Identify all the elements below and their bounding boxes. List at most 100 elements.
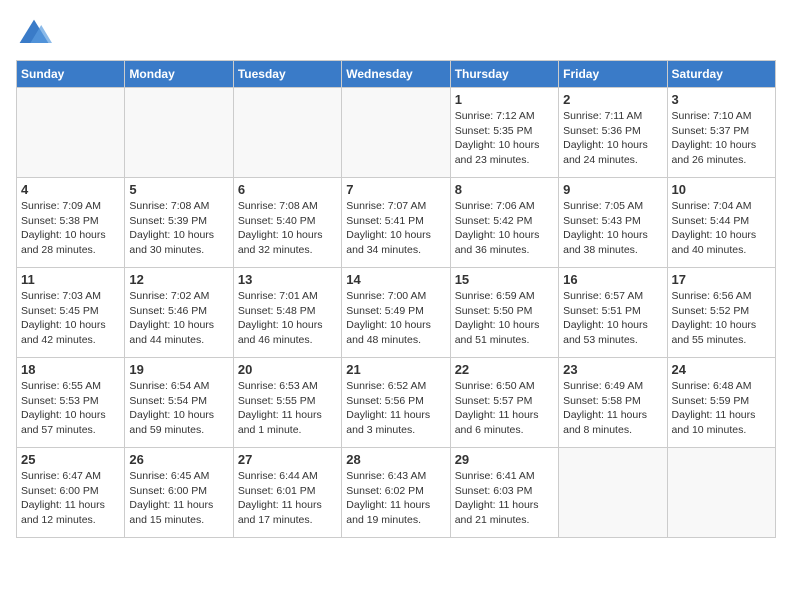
weekday-saturday: Saturday <box>667 61 775 88</box>
calendar-cell: 4 Sunrise: 7:09 AM Sunset: 5:38 PM Daylig… <box>17 178 125 268</box>
day-info: Sunrise: 7:00 AM Sunset: 5:49 PM Dayligh… <box>346 289 445 348</box>
week-row-1: 1 Sunrise: 7:12 AM Sunset: 5:35 PM Daylig… <box>17 88 776 178</box>
logo <box>16 16 56 52</box>
day-info: Sunrise: 6:41 AM Sunset: 6:03 PM Dayligh… <box>455 469 554 528</box>
calendar-cell: 15 Sunrise: 6:59 AM Sunset: 5:50 PM Dayli… <box>450 268 558 358</box>
day-number: 9 <box>563 182 662 197</box>
calendar-cell: 6 Sunrise: 7:08 AM Sunset: 5:40 PM Daylig… <box>233 178 341 268</box>
day-number: 28 <box>346 452 445 467</box>
day-number: 12 <box>129 272 228 287</box>
day-number: 5 <box>129 182 228 197</box>
calendar-cell: 26 Sunrise: 6:45 AM Sunset: 6:00 PM Dayli… <box>125 448 233 538</box>
day-number: 16 <box>563 272 662 287</box>
calendar-cell: 24Sunrise: 6:48 AM Sunset: 5:59 PM Dayli… <box>667 358 775 448</box>
day-info: Sunrise: 7:07 AM Sunset: 5:41 PM Dayligh… <box>346 199 445 258</box>
day-number: 21 <box>346 362 445 377</box>
day-info: Sunrise: 7:05 AM Sunset: 5:43 PM Dayligh… <box>563 199 662 258</box>
day-number: 19 <box>129 362 228 377</box>
day-info: Sunrise: 6:55 AM Sunset: 5:53 PM Dayligh… <box>21 379 120 438</box>
weekday-sunday: Sunday <box>17 61 125 88</box>
day-number: 6 <box>238 182 337 197</box>
calendar-cell: 14 Sunrise: 7:00 AM Sunset: 5:49 PM Dayli… <box>342 268 450 358</box>
calendar-cell: 18 Sunrise: 6:55 AM Sunset: 5:53 PM Dayli… <box>17 358 125 448</box>
day-info: Sunrise: 7:09 AM Sunset: 5:38 PM Dayligh… <box>21 199 120 258</box>
calendar-cell: 9 Sunrise: 7:05 AM Sunset: 5:43 PM Daylig… <box>559 178 667 268</box>
day-number: 11 <box>21 272 120 287</box>
day-info: Sunrise: 6:45 AM Sunset: 6:00 PM Dayligh… <box>129 469 228 528</box>
day-info: Sunrise: 7:12 AM Sunset: 5:35 PM Dayligh… <box>455 109 554 168</box>
day-number: 10 <box>672 182 771 197</box>
day-number: 23 <box>563 362 662 377</box>
day-number: 20 <box>238 362 337 377</box>
day-info: Sunrise: 6:56 AM Sunset: 5:52 PM Dayligh… <box>672 289 771 348</box>
page-header <box>16 16 776 52</box>
calendar-cell <box>125 88 233 178</box>
calendar-cell <box>233 88 341 178</box>
calendar-cell: 1 Sunrise: 7:12 AM Sunset: 5:35 PM Daylig… <box>450 88 558 178</box>
week-row-4: 18 Sunrise: 6:55 AM Sunset: 5:53 PM Dayli… <box>17 358 776 448</box>
day-info: Sunrise: 7:10 AM Sunset: 5:37 PM Dayligh… <box>672 109 771 168</box>
day-info: Sunrise: 6:57 AM Sunset: 5:51 PM Dayligh… <box>563 289 662 348</box>
calendar-cell: 22 Sunrise: 6:50 AM Sunset: 5:57 PM Dayli… <box>450 358 558 448</box>
weekday-thursday: Thursday <box>450 61 558 88</box>
calendar-cell <box>342 88 450 178</box>
day-number: 18 <box>21 362 120 377</box>
logo-icon <box>16 16 52 52</box>
weekday-header-row: SundayMondayTuesdayWednesdayThursdayFrid… <box>17 61 776 88</box>
day-number: 29 <box>455 452 554 467</box>
day-number: 1 <box>455 92 554 107</box>
weekday-friday: Friday <box>559 61 667 88</box>
day-number: 3 <box>672 92 771 107</box>
week-row-5: 25 Sunrise: 6:47 AM Sunset: 6:00 PM Dayli… <box>17 448 776 538</box>
day-info: Sunrise: 7:02 AM Sunset: 5:46 PM Dayligh… <box>129 289 228 348</box>
weekday-monday: Monday <box>125 61 233 88</box>
day-info: Sunrise: 7:03 AM Sunset: 5:45 PM Dayligh… <box>21 289 120 348</box>
weekday-wednesday: Wednesday <box>342 61 450 88</box>
day-info: Sunrise: 6:53 AM Sunset: 5:55 PM Dayligh… <box>238 379 337 438</box>
day-number: 26 <box>129 452 228 467</box>
day-number: 13 <box>238 272 337 287</box>
calendar-cell: 13 Sunrise: 7:01 AM Sunset: 5:48 PM Dayli… <box>233 268 341 358</box>
day-info: Sunrise: 6:50 AM Sunset: 5:57 PM Dayligh… <box>455 379 554 438</box>
calendar-cell: 12 Sunrise: 7:02 AM Sunset: 5:46 PM Dayli… <box>125 268 233 358</box>
day-number: 14 <box>346 272 445 287</box>
day-info: Sunrise: 7:11 AM Sunset: 5:36 PM Dayligh… <box>563 109 662 168</box>
calendar-cell <box>667 448 775 538</box>
calendar-cell: 29 Sunrise: 6:41 AM Sunset: 6:03 PM Dayli… <box>450 448 558 538</box>
weekday-tuesday: Tuesday <box>233 61 341 88</box>
calendar-cell: 19Sunrise: 6:54 AM Sunset: 5:54 PM Dayli… <box>125 358 233 448</box>
day-number: 22 <box>455 362 554 377</box>
calendar-cell: 8Sunrise: 7:06 AM Sunset: 5:42 PM Daylig… <box>450 178 558 268</box>
day-number: 24 <box>672 362 771 377</box>
calendar-cell <box>17 88 125 178</box>
day-info: Sunrise: 6:52 AM Sunset: 5:56 PM Dayligh… <box>346 379 445 438</box>
day-info: Sunrise: 7:08 AM Sunset: 5:39 PM Dayligh… <box>129 199 228 258</box>
calendar-cell: 25 Sunrise: 6:47 AM Sunset: 6:00 PM Dayli… <box>17 448 125 538</box>
calendar-cell: 11 Sunrise: 7:03 AM Sunset: 5:45 PM Dayli… <box>17 268 125 358</box>
day-info: Sunrise: 6:44 AM Sunset: 6:01 PM Dayligh… <box>238 469 337 528</box>
calendar-cell: 27 Sunrise: 6:44 AM Sunset: 6:01 PM Dayli… <box>233 448 341 538</box>
day-info: Sunrise: 6:47 AM Sunset: 6:00 PM Dayligh… <box>21 469 120 528</box>
calendar-cell: 5 Sunrise: 7:08 AM Sunset: 5:39 PM Daylig… <box>125 178 233 268</box>
day-number: 25 <box>21 452 120 467</box>
day-info: Sunrise: 7:01 AM Sunset: 5:48 PM Dayligh… <box>238 289 337 348</box>
calendar-cell: 16 Sunrise: 6:57 AM Sunset: 5:51 PM Dayli… <box>559 268 667 358</box>
day-number: 17 <box>672 272 771 287</box>
week-row-2: 4 Sunrise: 7:09 AM Sunset: 5:38 PM Daylig… <box>17 178 776 268</box>
calendar-cell: 7 Sunrise: 7:07 AM Sunset: 5:41 PM Daylig… <box>342 178 450 268</box>
day-number: 4 <box>21 182 120 197</box>
day-number: 2 <box>563 92 662 107</box>
calendar-cell: 3 Sunrise: 7:10 AM Sunset: 5:37 PM Daylig… <box>667 88 775 178</box>
day-info: Sunrise: 7:06 AM Sunset: 5:42 PM Dayligh… <box>455 199 554 258</box>
day-number: 7 <box>346 182 445 197</box>
day-info: Sunrise: 7:08 AM Sunset: 5:40 PM Dayligh… <box>238 199 337 258</box>
calendar-cell: 10Sunrise: 7:04 AM Sunset: 5:44 PM Dayli… <box>667 178 775 268</box>
day-number: 15 <box>455 272 554 287</box>
calendar-cell: 21 Sunrise: 6:52 AM Sunset: 5:56 PM Dayli… <box>342 358 450 448</box>
day-info: Sunrise: 6:43 AM Sunset: 6:02 PM Dayligh… <box>346 469 445 528</box>
calendar-cell <box>559 448 667 538</box>
day-info: Sunrise: 6:49 AM Sunset: 5:58 PM Dayligh… <box>563 379 662 438</box>
day-info: Sunrise: 6:59 AM Sunset: 5:50 PM Dayligh… <box>455 289 554 348</box>
calendar: SundayMondayTuesdayWednesdayThursdayFrid… <box>16 60 776 538</box>
day-number: 27 <box>238 452 337 467</box>
